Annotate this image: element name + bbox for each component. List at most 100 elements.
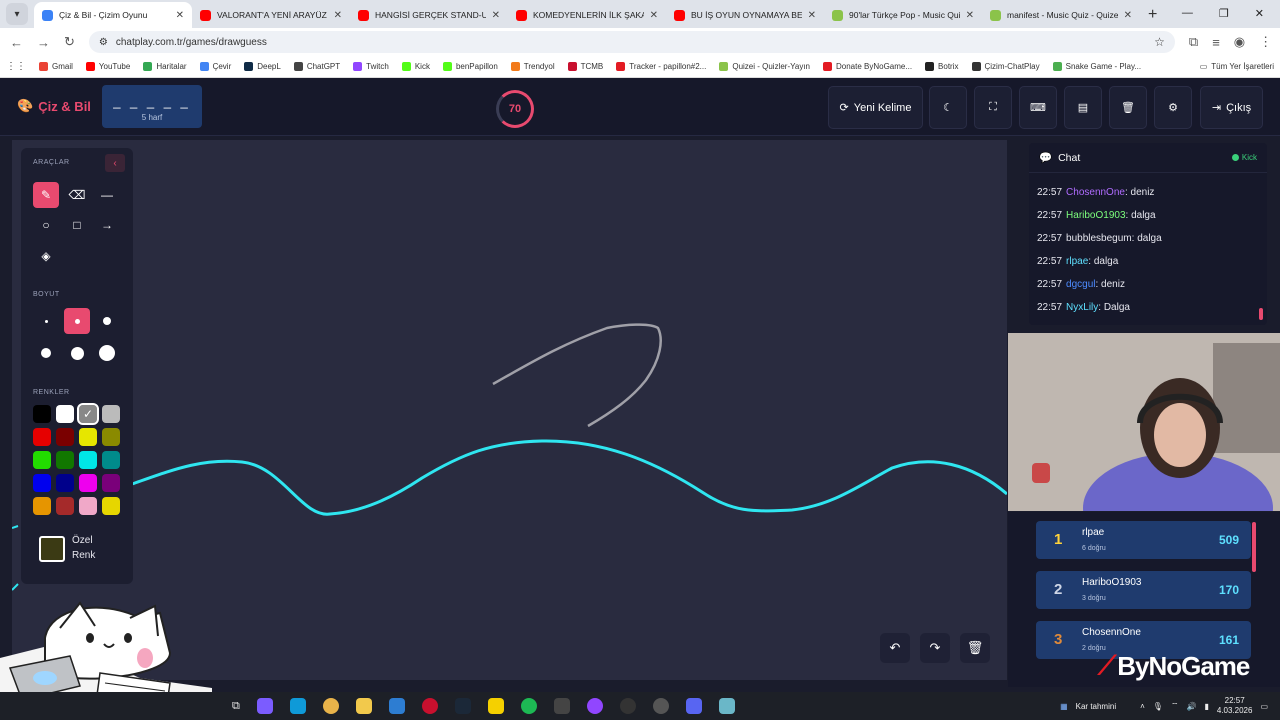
fill-tool[interactable]: ◈ bbox=[33, 243, 59, 269]
back-icon[interactable]: ← bbox=[10, 35, 23, 50]
bookmark-item[interactable]: Haritalar bbox=[143, 62, 187, 71]
spotify-icon[interactable] bbox=[520, 698, 537, 714]
color-swatch[interactable] bbox=[102, 474, 120, 492]
bookmark-item[interactable]: Snake Game - Play... bbox=[1052, 62, 1141, 71]
color-swatch[interactable] bbox=[56, 405, 74, 423]
task-view-icon[interactable]: ⧉ bbox=[232, 700, 240, 713]
eraser-tool[interactable]: ⌫ bbox=[64, 182, 90, 208]
chat-scrollbar[interactable] bbox=[1259, 308, 1263, 320]
exit-button[interactable]: ⇥ Çıkış bbox=[1200, 86, 1263, 129]
tab-close-icon[interactable]: ✕ bbox=[176, 10, 184, 21]
color-swatch[interactable] bbox=[79, 474, 97, 492]
battery-icon[interactable]: ▮ bbox=[1204, 702, 1208, 711]
settings-button[interactable]: ⚙ bbox=[1154, 86, 1192, 129]
custom-color-swatch[interactable] bbox=[39, 536, 65, 562]
keyboard-button[interactable]: ⌨ bbox=[1019, 86, 1057, 129]
tab-close-icon[interactable]: ✕ bbox=[334, 10, 342, 21]
chrome-icon[interactable] bbox=[322, 698, 339, 714]
forward-icon[interactable]: → bbox=[37, 35, 50, 50]
size-1[interactable] bbox=[33, 308, 59, 334]
leaderboard-scrollbar[interactable] bbox=[1252, 522, 1256, 572]
extensions-icon[interactable]: ⧉ bbox=[1189, 34, 1198, 50]
edge-icon[interactable] bbox=[289, 698, 306, 714]
restore-icon[interactable]: ❐ bbox=[1219, 7, 1229, 20]
color-swatch[interactable] bbox=[79, 497, 97, 515]
delete-button[interactable]: 🗑 bbox=[1109, 86, 1147, 129]
bookmark-item[interactable]: benPapillon bbox=[442, 62, 498, 71]
bookmark-item[interactable]: TCMB bbox=[567, 62, 603, 71]
circle-tool[interactable]: ○ bbox=[33, 212, 59, 238]
bookmark-item[interactable]: Kick bbox=[401, 62, 430, 71]
bookmark-item[interactable]: Çevir bbox=[199, 62, 231, 71]
line-tool[interactable]: — bbox=[94, 182, 120, 208]
weather-text[interactable]: Kar tahmini bbox=[1076, 702, 1116, 711]
tab-close-icon[interactable]: ✕ bbox=[966, 10, 974, 21]
message-user[interactable]: rlpae bbox=[1066, 256, 1088, 267]
obs-icon[interactable] bbox=[586, 698, 603, 714]
media-icon[interactable]: ≡ bbox=[1212, 35, 1220, 50]
color-swatch[interactable] bbox=[33, 474, 51, 492]
url-field[interactable]: ⚙ chatplay.com.tr/games/drawguess ☆ bbox=[88, 31, 1175, 53]
bookmark-item[interactable]: YouTube bbox=[85, 62, 130, 71]
new-word-button[interactable]: ⟳ Yeni Kelime bbox=[828, 86, 923, 129]
color-swatch[interactable] bbox=[79, 451, 97, 469]
browser-tab[interactable]: KOMEDYENLERİN İLK ŞAKALAR ✕ bbox=[508, 2, 666, 28]
app-icon[interactable] bbox=[553, 698, 570, 714]
color-swatch[interactable] bbox=[102, 405, 120, 423]
recorder-icon[interactable] bbox=[619, 698, 636, 714]
clear-canvas-button[interactable]: 🗑 bbox=[960, 633, 990, 663]
theme-toggle-button[interactable]: ☾ bbox=[929, 86, 967, 129]
browser-tab[interactable]: 90'lar Türkçe Pop - Music Quiz ✕ bbox=[824, 2, 982, 28]
notepad-icon[interactable] bbox=[718, 698, 735, 714]
color-swatch[interactable]: ✓ bbox=[77, 403, 99, 425]
bookmark-item[interactable]: Çizim-ChatPlay bbox=[971, 62, 1040, 71]
opera-icon[interactable] bbox=[421, 698, 438, 714]
color-swatch[interactable] bbox=[33, 428, 51, 446]
close-window-icon[interactable]: ✕ bbox=[1255, 7, 1264, 20]
color-swatch[interactable] bbox=[56, 428, 74, 446]
bookmark-item[interactable]: Quizei - Quizler-Yayın bbox=[719, 62, 810, 71]
message-user[interactable]: bubblesbegum bbox=[1066, 233, 1132, 244]
tab-close-icon[interactable]: ✕ bbox=[1124, 10, 1132, 21]
new-tab-button[interactable]: + bbox=[1140, 6, 1165, 28]
collapse-panel-button[interactable]: ‹ bbox=[105, 154, 125, 172]
browser-tab[interactable]: BU İŞ OYUN OYNAMAYA BENZ ✕ bbox=[666, 2, 824, 28]
tab-close-icon[interactable]: ✕ bbox=[492, 10, 500, 21]
size-5[interactable] bbox=[64, 340, 90, 366]
volume-icon[interactable]: 🔊 bbox=[1186, 702, 1196, 711]
browser-tab[interactable]: VALORANT'A YENİ ARAYÜZ VE ✕ bbox=[192, 2, 350, 28]
message-user[interactable]: NyxLily bbox=[1066, 302, 1098, 313]
apps-grid-icon[interactable]: ⋮⋮ bbox=[6, 61, 26, 72]
network-icon[interactable]: ⌔ bbox=[1171, 701, 1179, 711]
color-swatch[interactable] bbox=[56, 497, 74, 515]
fullscreen-button[interactable]: ⛶ bbox=[974, 86, 1012, 129]
app-logo[interactable]: 🎨 Çiz & Bil bbox=[17, 98, 91, 114]
browser-menu-icon[interactable]: ⋮ bbox=[1259, 34, 1272, 50]
reload-icon[interactable]: ↻ bbox=[64, 34, 75, 50]
site-info-icon[interactable]: ⚙ bbox=[99, 37, 108, 48]
bookmark-item[interactable]: DeepL bbox=[244, 62, 281, 71]
size-6[interactable] bbox=[94, 340, 120, 366]
arrow-tool[interactable]: → bbox=[94, 212, 120, 238]
browser-tab[interactable]: manifest - Music Quiz - Quizei ✕ bbox=[982, 2, 1140, 28]
color-swatch[interactable] bbox=[102, 451, 120, 469]
all-bookmarks-button[interactable]: ▭ Tüm Yer İşaretleri bbox=[1200, 62, 1274, 71]
brush-tool[interactable]: ✎ bbox=[33, 182, 59, 208]
size-3[interactable] bbox=[94, 308, 120, 334]
color-swatch[interactable] bbox=[102, 497, 120, 515]
color-swatch[interactable] bbox=[33, 497, 51, 515]
bookmark-item[interactable]: Donate ByNoGame... bbox=[823, 62, 912, 71]
message-user[interactable]: ChosennOne bbox=[1066, 187, 1125, 198]
size-2[interactable] bbox=[64, 308, 90, 334]
bookmark-item[interactable]: Trendyol bbox=[510, 62, 555, 71]
tab-close-icon[interactable]: ✕ bbox=[650, 10, 658, 21]
discord-icon[interactable] bbox=[685, 698, 702, 714]
bookmark-item[interactable]: Gmail bbox=[39, 62, 73, 71]
chatgpt-app-icon[interactable] bbox=[652, 698, 669, 714]
color-swatch[interactable] bbox=[79, 428, 97, 446]
bookmark-item[interactable]: Twitch bbox=[353, 62, 389, 71]
message-user[interactable]: HariboO1903 bbox=[1066, 210, 1125, 221]
chevron-up-icon[interactable]: ˄ bbox=[1140, 702, 1145, 711]
color-swatch[interactable] bbox=[33, 451, 51, 469]
color-swatch[interactable] bbox=[102, 428, 120, 446]
